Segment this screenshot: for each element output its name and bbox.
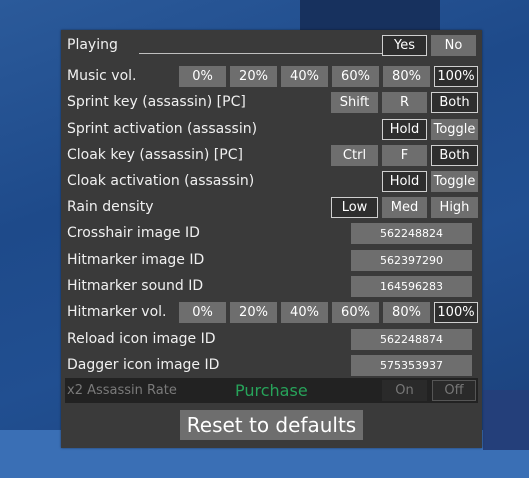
sprint-key-shift-button[interactable]: Shift (331, 92, 378, 113)
assassin-rate-off-button[interactable]: Off (432, 380, 476, 401)
hitmarker-sound-label: Hitmarker sound ID (67, 278, 204, 294)
cloak-key-label: Cloak key (assassin) [PC] (67, 147, 243, 163)
music-vol-label: Music vol. (67, 68, 137, 84)
playing-track-name-line (139, 53, 383, 54)
cloak-activation-label: Cloak activation (assassin) (67, 173, 255, 189)
sprint-activation-toggle-button[interactable]: Toggle (431, 119, 478, 140)
sprint-key-both-button[interactable]: Both (431, 92, 478, 113)
reload-icon-input[interactable]: 562248874 (351, 329, 472, 350)
assassin-rate-label: x2 Assassin Rate (67, 383, 177, 398)
setting-row-reload-icon: Reload icon image ID 562248874 (67, 329, 476, 351)
setting-row-hitmarker-sound: Hitmarker sound ID 164596283 (67, 276, 476, 298)
reload-icon-label: Reload icon image ID (67, 331, 216, 347)
setting-row-playing: Playing Yes No (67, 35, 476, 57)
hitmarker-vol-20-button[interactable]: 20% (230, 302, 277, 323)
hitmarker-vol-80-button[interactable]: 80% (383, 302, 430, 323)
hitmarker-vol-40-button[interactable]: 40% (281, 302, 328, 323)
music-vol-80-button[interactable]: 80% (383, 66, 430, 87)
setting-row-dagger-icon: Dagger icon image ID 575353937 (67, 355, 476, 377)
settings-panel: Playing Yes No Music vol. 0% 20% 40% 60%… (61, 30, 482, 448)
cloak-key-f-button[interactable]: F (382, 145, 427, 166)
purchase-button[interactable]: Purchase (235, 381, 308, 400)
setting-row-sprint-activation: Sprint activation (assassin) Hold Toggle (67, 119, 478, 141)
hitmarker-id-input[interactable]: 562397290 (351, 250, 472, 271)
rain-density-label: Rain density (67, 199, 154, 215)
sprint-activation-hold-button[interactable]: Hold (382, 119, 427, 140)
music-vol-100-button[interactable]: 100% (434, 66, 478, 87)
setting-row-rain-density: Rain density Low Med High (67, 197, 478, 219)
hitmarker-id-label: Hitmarker image ID (67, 252, 205, 268)
dagger-icon-label: Dagger icon image ID (67, 357, 220, 373)
playing-no-button[interactable]: No (431, 35, 476, 56)
hitmarker-vol-label: Hitmarker vol. (67, 304, 167, 320)
rain-density-low-button[interactable]: Low (331, 197, 378, 218)
hitmarker-sound-input[interactable]: 164596283 (351, 276, 472, 297)
cloak-activation-hold-button[interactable]: Hold (382, 171, 427, 192)
cloak-key-both-button[interactable]: Both (431, 145, 478, 166)
music-vol-40-button[interactable]: 40% (281, 66, 328, 87)
playing-label: Playing (67, 37, 118, 53)
sprint-activation-label: Sprint activation (assassin) (67, 121, 258, 137)
setting-row-assassin-rate: x2 Assassin Rate Purchase On Off (65, 378, 478, 403)
setting-row-hitmarker-vol: Hitmarker vol. 0% 20% 40% 60% 80% 100% (67, 302, 478, 324)
cloak-activation-toggle-button[interactable]: Toggle (431, 171, 478, 192)
hitmarker-vol-0-button[interactable]: 0% (179, 302, 226, 323)
assassin-rate-on-button[interactable]: On (382, 380, 427, 401)
crosshair-id-input[interactable]: 562248824 (351, 223, 472, 244)
sprint-key-label: Sprint key (assassin) [PC] (67, 94, 246, 110)
music-vol-0-button[interactable]: 0% (179, 66, 226, 87)
setting-row-cloak-activation: Cloak activation (assassin) Hold Toggle (67, 171, 478, 193)
reset-to-defaults-button[interactable]: Reset to defaults (180, 410, 363, 440)
setting-row-hitmarker-id: Hitmarker image ID 562397290 (67, 250, 476, 272)
cloak-key-ctrl-button[interactable]: Ctrl (331, 145, 378, 166)
music-vol-20-button[interactable]: 20% (230, 66, 277, 87)
setting-row-crosshair-id: Crosshair image ID 562248824 (67, 223, 476, 245)
sprint-key-r-button[interactable]: R (382, 92, 427, 113)
music-vol-60-button[interactable]: 60% (332, 66, 379, 87)
dagger-icon-input[interactable]: 575353937 (351, 355, 472, 376)
rain-density-med-button[interactable]: Med (382, 197, 427, 218)
setting-row-sprint-key: Sprint key (assassin) [PC] Shift R Both (67, 92, 478, 114)
playing-yes-button[interactable]: Yes (382, 35, 427, 56)
setting-row-cloak-key: Cloak key (assassin) [PC] Ctrl F Both (67, 145, 478, 167)
background-debris (483, 390, 529, 450)
setting-row-music-vol: Music vol. 0% 20% 40% 60% 80% 100% (67, 66, 478, 88)
hitmarker-vol-100-button[interactable]: 100% (434, 302, 478, 323)
hitmarker-vol-60-button[interactable]: 60% (332, 302, 379, 323)
rain-density-high-button[interactable]: High (431, 197, 478, 218)
crosshair-id-label: Crosshair image ID (67, 225, 200, 241)
